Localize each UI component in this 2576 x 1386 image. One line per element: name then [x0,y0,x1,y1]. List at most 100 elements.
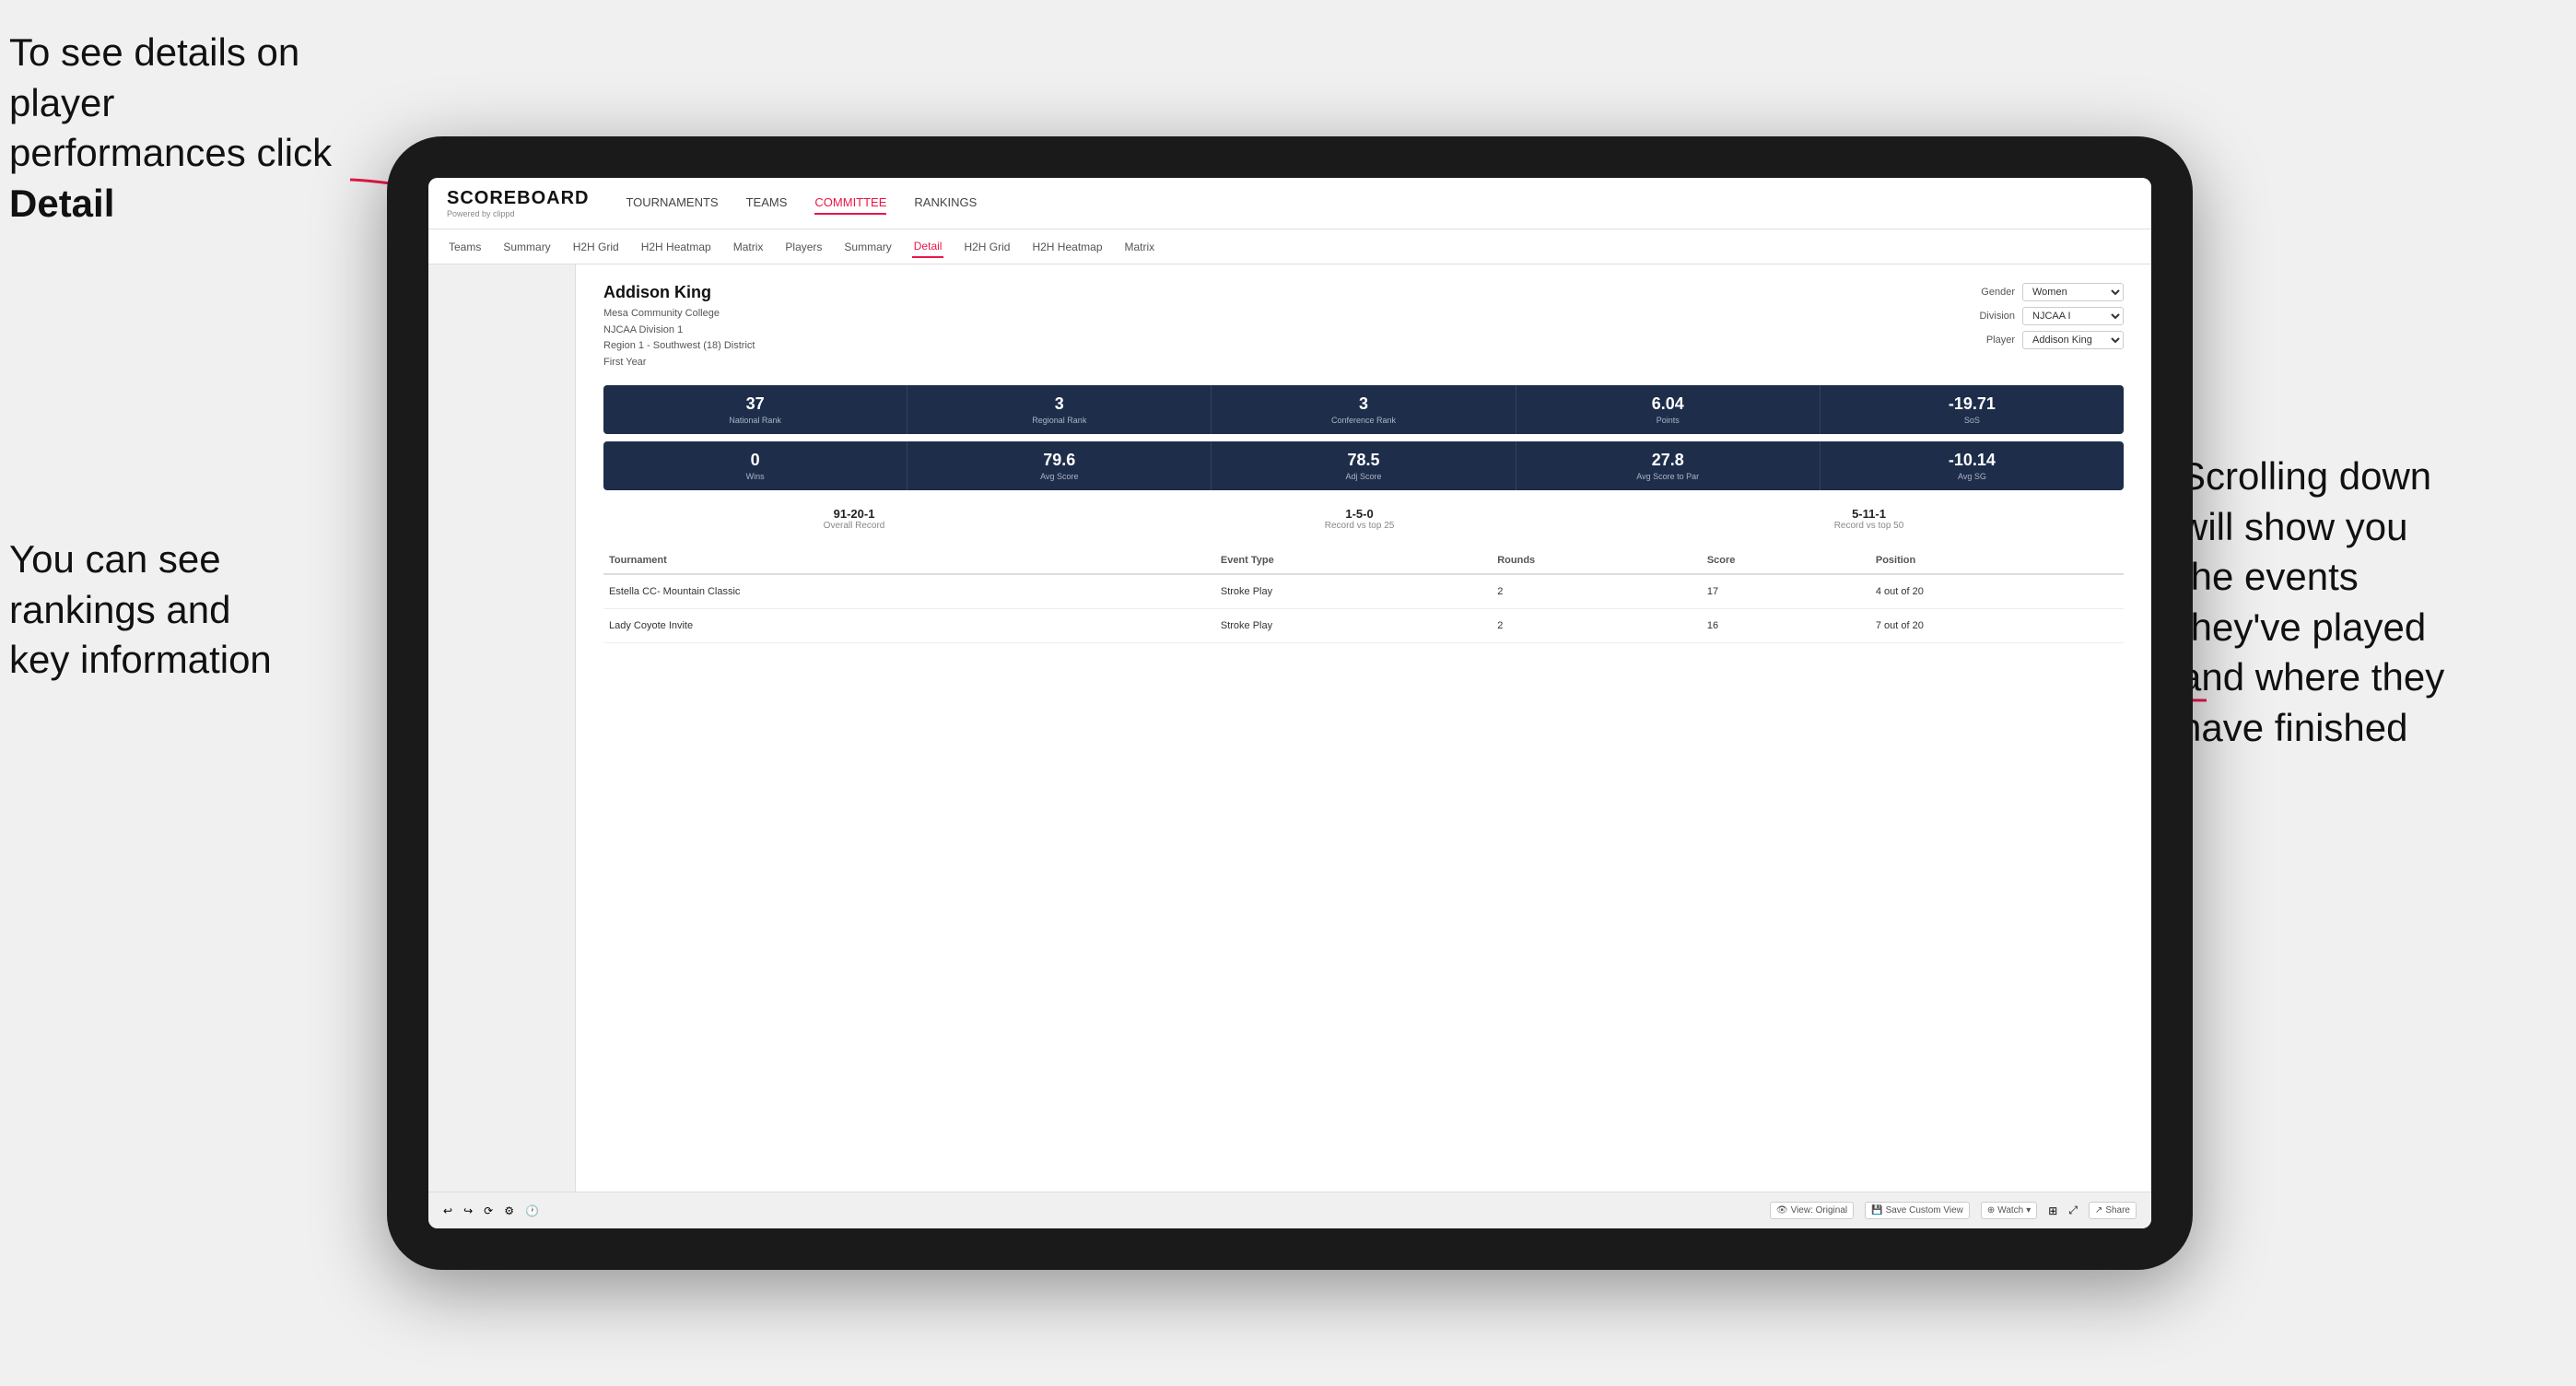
avg-score-value: 79.6 [913,451,1205,470]
expand-icon[interactable]: ⤢ [2068,1204,2078,1217]
watch-btn[interactable]: ⊕ Watch ▾ [1981,1202,2037,1219]
record-top25-label: Record vs top 25 [1325,521,1395,531]
stat-conference-rank: 3 Conference Rank [1212,385,1516,434]
stats-row-1: 37 National Rank 3 Regional Rank 3 Confe… [603,385,2124,434]
app-nav: SCOREBOARD Powered by clippd TOURNAMENTS… [428,178,2151,229]
col-score: Score [1702,547,1870,574]
share-btn[interactable]: ↗ Share [2089,1202,2137,1219]
event-type-2: Stroke Play [1215,609,1492,643]
avg-score-label: Avg Score [913,472,1205,481]
tablet-frame: SCOREBOARD Powered by clippd TOURNAMENTS… [387,136,2193,1270]
tab-h2h-grid[interactable]: H2H Grid [571,237,621,257]
tab-matrix[interactable]: Matrix [732,237,766,257]
avg-sg-label: Avg SG [1826,472,2118,481]
avg-sg-value: -10.14 [1826,451,2118,470]
share-label: Share [2105,1205,2130,1216]
record-top25: 1-5-0 Record vs top 25 [1325,507,1395,531]
gender-select[interactable]: Women Men [2022,283,2124,301]
tablet-screen: SCOREBOARD Powered by clippd TOURNAMENTS… [428,178,2151,1228]
player-header: Addison King Mesa Community College NJCA… [603,283,2124,370]
tab-detail[interactable]: Detail [912,236,944,258]
redo-icon[interactable]: ↪ [463,1204,473,1217]
tab-matrix2[interactable]: Matrix [1123,237,1157,257]
avg-score-to-par-label: Avg Score to Par [1522,472,1814,481]
nav-committee[interactable]: COMMITTEE [814,192,886,215]
tab-players[interactable]: Players [783,237,824,257]
undo-icon[interactable]: ↩ [443,1204,452,1217]
stat-avg-sg: -10.14 Avg SG [1821,441,2124,490]
view-original-btn[interactable]: 👁 View: Original [1770,1202,1854,1219]
national-rank-label: National Rank [609,416,901,425]
adj-score-value: 78.5 [1217,451,1509,470]
record-top50-value: 5-11-1 [1834,507,1904,521]
tab-summary[interactable]: Summary [501,237,552,257]
annotation-right: Scrolling down will show you the events … [2180,452,2567,754]
adj-score-label: Adj Score [1217,472,1509,481]
rounds-1: 2 [1492,574,1702,609]
col-position: Position [1870,547,2124,574]
nav-tournaments[interactable]: TOURNAMENTS [626,192,718,215]
nav-rankings[interactable]: RANKINGS [914,192,977,215]
gender-label: Gender [1981,287,2015,298]
watch-chevron: ▾ [2026,1205,2031,1216]
division-filter-row: Division NJCAA I NJCAA II [1979,307,2124,325]
share-icon: ↗ [2095,1205,2102,1216]
left-sidebar [428,264,576,1192]
table-row: Lady Coyote Invite Stroke Play 2 16 7 ou… [603,609,2124,643]
player-info: Addison King Mesa Community College NJCA… [603,283,755,370]
division-select[interactable]: NJCAA I NJCAA II [2022,307,2124,325]
sos-value: -19.71 [1826,394,2118,414]
player-division: NJCAA Division 1 [603,323,755,339]
wins-label: Wins [609,472,901,481]
col-event-type: Event Type [1215,547,1492,574]
national-rank-value: 37 [609,394,901,414]
record-top50-label: Record vs top 50 [1834,521,1904,531]
watch-icon: ⊕ [1987,1205,1995,1216]
content-area: Addison King Mesa Community College NJCA… [576,264,2151,1192]
main-content: Addison King Mesa Community College NJCA… [428,264,2151,1192]
wins-value: 0 [609,451,901,470]
view-icon: 👁 [1776,1205,1788,1216]
score-1: 17 [1702,574,1870,609]
save-icon: 💾 [1871,1205,1882,1216]
stat-points: 6.04 Points [1516,385,1821,434]
overall-record-label: Overall Record [824,521,885,531]
records-row: 91-20-1 Overall Record 1-5-0 Record vs t… [603,499,2124,538]
stat-avg-score-to-par: 27.8 Avg Score to Par [1516,441,1821,490]
player-select[interactable]: Addison King [2022,331,2124,349]
refresh-icon[interactable]: ⟳ [484,1204,493,1217]
logo-main: SCOREBOARD [447,188,589,209]
logo-sub: Powered by clippd [447,209,589,218]
tab-h2h-heatmap2[interactable]: H2H Heatmap [1030,237,1104,257]
tab-h2h-heatmap[interactable]: H2H Heatmap [639,237,713,257]
settings-icon[interactable]: ⚙ [504,1204,514,1217]
tab-h2h-grid2[interactable]: H2H Grid [962,237,1012,257]
table-row: Estella CC- Mountain Classic Stroke Play… [603,574,2124,609]
conference-rank-value: 3 [1217,394,1509,414]
points-value: 6.04 [1522,394,1814,414]
regional-rank-label: Regional Rank [913,416,1205,425]
col-tournament: Tournament [603,547,1215,574]
clock-icon[interactable]: 🕐 [525,1204,539,1217]
position-2: 7 out of 20 [1870,609,2124,643]
tournament-table: Tournament Event Type Rounds Score Posit… [603,547,2124,643]
watch-label: Watch [1997,1205,2023,1216]
player-region: Region 1 - Southwest (18) District [603,338,755,355]
record-top50: 5-11-1 Record vs top 50 [1834,507,1904,531]
col-rounds: Rounds [1492,547,1702,574]
annotation-bottom-left: You can see rankings and key information [9,534,341,686]
player-school: Mesa Community College [603,306,755,323]
tab-teams[interactable]: Teams [447,237,483,257]
nav-teams[interactable]: TEAMS [746,192,788,215]
tab-summary2[interactable]: Summary [842,237,893,257]
record-top25-value: 1-5-0 [1325,507,1395,521]
avg-score-to-par-value: 27.8 [1522,451,1814,470]
overall-record-value: 91-20-1 [824,507,885,521]
points-label: Points [1522,416,1814,425]
regional-rank-value: 3 [913,394,1205,414]
player-filter-row: Player Addison King [1986,331,2124,349]
bottom-toolbar: ↩ ↪ ⟳ ⚙ 🕐 👁 View: Original 💾 Save Custom… [428,1192,2151,1228]
resize-icon[interactable]: ⊞ [2048,1204,2057,1217]
stat-sos: -19.71 SoS [1821,385,2124,434]
save-custom-view-btn[interactable]: 💾 Save Custom View [1865,1202,1970,1219]
